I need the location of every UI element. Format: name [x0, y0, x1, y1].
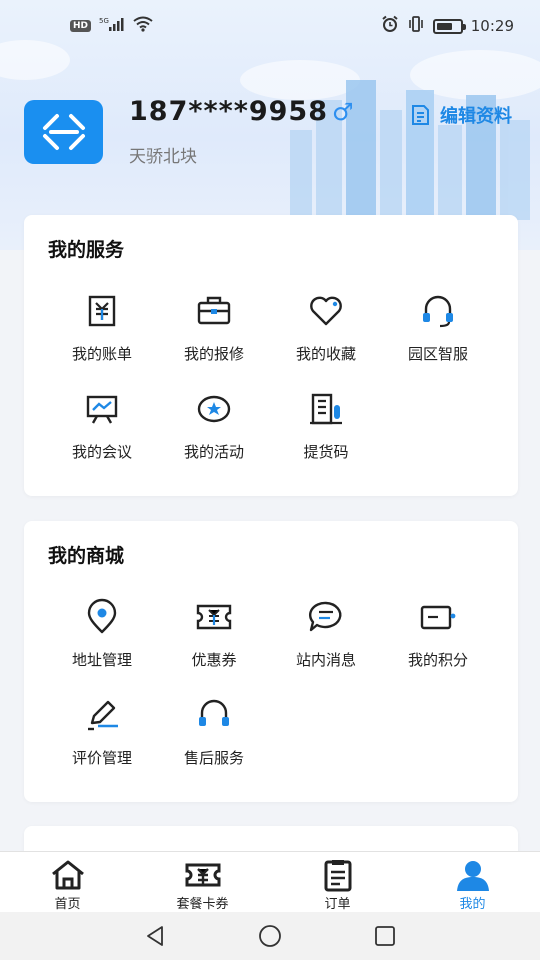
gender-male-icon: ♂: [332, 98, 355, 126]
heart-icon: [310, 296, 342, 326]
hd-badge: HD: [70, 20, 92, 32]
service-label: 我的会议: [71, 443, 132, 461]
service-item-pickup-code[interactable]: 提货码: [270, 389, 382, 469]
service-label: 我的收藏: [295, 345, 356, 363]
nav-label: 我的: [459, 897, 486, 912]
mall-label: 地址管理: [71, 651, 132, 669]
ticket-icon: [185, 863, 220, 887]
service-item-activity[interactable]: 我的活动: [158, 389, 270, 469]
service-label: 我的账单: [71, 345, 132, 363]
signal-icon: 5G: [99, 16, 125, 36]
mall-item-address[interactable]: 地址管理: [46, 597, 158, 677]
system-nav-bar: [0, 912, 540, 960]
recents-icon[interactable]: [373, 924, 397, 948]
message-icon: [308, 601, 342, 632]
mall-item-reviews[interactable]: 评价管理: [46, 695, 158, 775]
mall-item-after-sales[interactable]: 售后服务: [158, 695, 270, 775]
services-card: 我的服务 我的账单 我的报修 我的收藏 园区智服 我的会议 我的活动 提货码: [24, 215, 518, 496]
app-logo-avatar[interactable]: [24, 100, 103, 164]
alarm-icon: [381, 15, 399, 37]
nav-item-packages[interactable]: 套餐卡券: [135, 852, 270, 912]
service-item-meeting[interactable]: 我的会议: [46, 389, 158, 469]
bill-icon: [88, 295, 116, 327]
service-item-park-service[interactable]: 园区智服: [382, 291, 494, 371]
mall-label: 评价管理: [71, 749, 132, 767]
battery-icon: [432, 18, 466, 34]
activity-icon: [197, 395, 231, 423]
service-item-favorites[interactable]: 我的收藏: [270, 291, 382, 371]
toolbox-icon: [197, 296, 231, 325]
mall-item-messages[interactable]: 站内消息: [270, 597, 382, 677]
clipboard-icon: [324, 860, 351, 892]
back-icon[interactable]: [143, 924, 167, 948]
nav-label: 订单: [324, 897, 351, 912]
edit-profile-label: 编辑资料: [440, 106, 512, 127]
mall-label: 售后服务: [183, 749, 244, 767]
service-label: 我的报修: [183, 345, 244, 363]
service-label: 我的活动: [183, 443, 244, 461]
logo-icon: [42, 114, 85, 150]
home-circle-icon[interactable]: [257, 923, 283, 949]
edit-icon: [412, 105, 429, 125]
wifi-icon: [133, 16, 153, 36]
nav-item-home[interactable]: 首页: [0, 852, 135, 912]
service-label: 提货码: [303, 443, 349, 461]
mall-item-coupon[interactable]: 优惠券: [158, 597, 270, 677]
service-item-bill[interactable]: 我的账单: [46, 291, 158, 371]
mall-item-points[interactable]: 我的积分: [382, 597, 494, 677]
points-card-icon: [420, 605, 456, 630]
status-bar: HD 5G 10:29: [0, 0, 540, 52]
home-icon: [51, 860, 84, 890]
mall-label: 站内消息: [295, 651, 356, 669]
mall-label: 我的积分: [407, 651, 468, 669]
nav-label: 首页: [54, 897, 81, 912]
headset-icon: [423, 295, 453, 328]
building-icon: [310, 393, 342, 425]
mall-label: 优惠券: [191, 651, 237, 669]
user-phone: 187****9958 ♂: [129, 96, 355, 127]
user-location: 天骄北块: [129, 147, 197, 167]
services-title: 我的服务: [48, 239, 125, 261]
coupon-icon: [196, 604, 232, 630]
mall-title: 我的商城: [48, 545, 125, 567]
pen-icon: [88, 700, 118, 731]
nav-item-mine[interactable]: 我的: [405, 852, 540, 912]
location-pin-icon: [87, 598, 117, 634]
nav-label: 套餐卡券: [176, 897, 229, 912]
status-time: 10:29: [470, 17, 514, 35]
status-right: 10:29: [381, 15, 514, 37]
service-item-repair[interactable]: 我的报修: [158, 291, 270, 371]
user-icon: [456, 861, 489, 891]
mall-card: 我的商城 地址管理 优惠券 站内消息 我的积分 评价管理 售后服务: [24, 521, 518, 802]
skyline-illustration: [290, 80, 530, 220]
presentation-icon: [86, 395, 118, 424]
service-label: 园区智服: [407, 345, 468, 363]
headset-icon: [199, 699, 229, 726]
network-type-label: 5G: [99, 17, 109, 25]
vibrate-icon: [407, 15, 425, 37]
nav-item-orders[interactable]: 订单: [270, 852, 405, 912]
edit-profile-button[interactable]: 编辑资料: [410, 102, 512, 128]
status-left: HD 5G: [70, 16, 153, 36]
bottom-nav: 首页 套餐卡券 订单 我的: [0, 851, 540, 912]
phone-number: 187****9958: [129, 96, 328, 127]
